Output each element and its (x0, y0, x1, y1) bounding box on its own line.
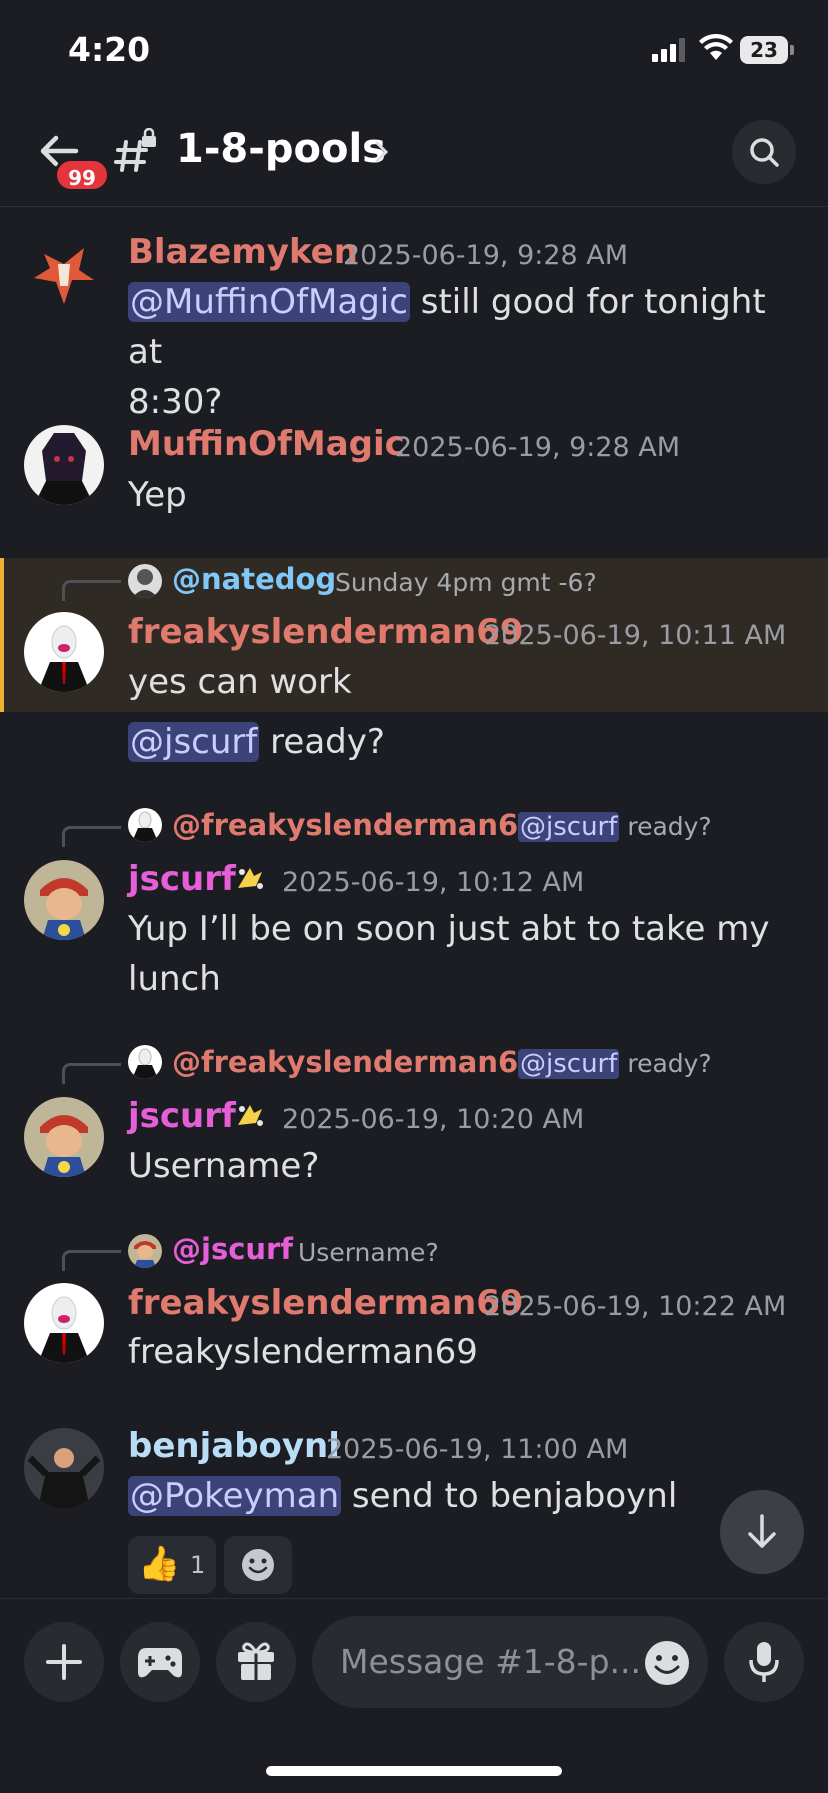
message-author[interactable]: Blazemyken (128, 232, 358, 272)
battery-indicator: 23 (740, 36, 788, 64)
reply-avatar (128, 1045, 162, 1079)
search-button[interactable] (732, 120, 796, 184)
reply-preview[interactable]: Username? (298, 1238, 439, 1267)
search-icon (750, 138, 779, 167)
gift-icon (238, 1642, 274, 1680)
avatar[interactable] (24, 1097, 104, 1177)
message-text-continued: 8:30? (128, 382, 223, 422)
message-input-placeholder[interactable]: Message #1-8-p... (340, 1642, 641, 1681)
message-author[interactable]: benjaboynl (128, 1426, 340, 1466)
avatar-image (24, 1428, 104, 1508)
message-text-continued: lunch (128, 959, 221, 999)
reply-preview[interactable]: @jscurf ready? (518, 812, 712, 842)
message-author[interactable]: jscurf (128, 859, 236, 899)
message-text: Yep (128, 475, 187, 515)
reaction-thumbs-up[interactable]: 👍 1 (128, 1536, 216, 1594)
message-body: Yup I’ll be on soon just abt to take my … (128, 904, 818, 1004)
reply-preview[interactable]: @jscurf ready? (518, 1049, 712, 1079)
user-mention[interactable]: @MuffinOfMagic (128, 282, 410, 322)
message-text: Username? (128, 1146, 320, 1186)
home-indicator (266, 1766, 562, 1776)
microphone-icon (749, 1642, 779, 1682)
reply-avatar (128, 1234, 162, 1268)
avatar[interactable] (24, 612, 104, 692)
message-timestamp: 2025-06-19, 9:28 AM (343, 240, 629, 271)
avatar-image (34, 248, 94, 304)
avatar[interactable] (24, 860, 104, 940)
locked-channel-icon (114, 128, 156, 172)
battery-tip (790, 45, 794, 55)
reply-avatar (128, 564, 162, 598)
arrow-down-icon (748, 1514, 776, 1548)
reply-author[interactable]: @jscurf (172, 1232, 293, 1266)
plus-icon (46, 1644, 82, 1680)
avatar[interactable] (24, 1428, 104, 1508)
reply-author[interactable]: @freakyslenderman69 (172, 808, 538, 842)
user-mention[interactable]: @jscurf (128, 722, 260, 762)
message-author[interactable]: freakyslenderman69 (128, 612, 524, 652)
add-reaction-button[interactable] (224, 1536, 292, 1594)
reply-preview-text: ready? (619, 1049, 712, 1078)
message-author[interactable]: freakyslenderman69 (128, 1283, 524, 1323)
reply-mention: @jscurf (518, 1049, 620, 1079)
message-timestamp: 2025-06-19, 10:12 AM (282, 867, 585, 898)
message-body: @MuffinOfMagic still good for tonight at… (128, 277, 808, 427)
attach-button[interactable] (24, 1622, 104, 1702)
reply-connector (62, 826, 121, 847)
message-timestamp: 2025-06-19, 10:20 AM (282, 1104, 585, 1135)
message-body: @Pokeyman send to benjaboynl (128, 1471, 677, 1521)
gamepad-icon (138, 1648, 182, 1678)
message-timestamp: 2025-06-19, 10:11 AM (484, 620, 787, 651)
wifi-icon (699, 34, 733, 60)
avatar-image (40, 878, 88, 940)
role-badge-icon[interactable] (232, 1099, 268, 1131)
message-timestamp: 2025-06-19, 10:22 AM (484, 1291, 787, 1322)
smile-icon (242, 1549, 274, 1581)
gift-button[interactable] (216, 1622, 296, 1702)
avatar[interactable] (24, 425, 104, 505)
reply-avatar (128, 808, 162, 842)
thumbs-up-emoji: 👍 (138, 1544, 181, 1584)
voice-message-button[interactable] (724, 1622, 804, 1702)
message-author[interactable]: jscurf (128, 1096, 236, 1136)
message-text: ready? (259, 722, 385, 762)
avatar-image (34, 433, 94, 505)
avatar[interactable] (24, 234, 104, 314)
avatar-image (40, 1115, 88, 1177)
message-timestamp: 2025-06-19, 9:28 AM (395, 432, 681, 463)
message-timestamp: 2025-06-19, 11:00 AM (326, 1434, 629, 1465)
reaction-count: 1 (190, 1551, 206, 1579)
message-text: send to benjaboynl (341, 1476, 678, 1516)
smile-icon[interactable] (644, 1640, 690, 1686)
message-body: @jscurf ready? (128, 717, 385, 767)
avatar-image (38, 625, 90, 692)
message-author[interactable]: MuffinOfMagic (128, 424, 405, 464)
channel-title[interactable]: 1-8-pools (176, 126, 386, 172)
user-mention[interactable]: @Pokeyman (128, 1476, 342, 1516)
reply-connector (62, 1063, 121, 1084)
status-time: 4:20 (68, 30, 151, 69)
reply-connector (62, 580, 121, 601)
chevron-right-icon[interactable] (373, 140, 391, 164)
reply-preview-text: ready? (619, 812, 712, 841)
activities-button[interactable] (120, 1622, 200, 1702)
role-badge-icon[interactable] (232, 862, 268, 894)
reply-mention: @jscurf (518, 812, 620, 842)
avatar-image (38, 1296, 90, 1363)
reply-author[interactable]: @freakyslenderman69 (172, 1045, 538, 1079)
message-text: yes can work (128, 662, 352, 702)
unread-badge: 99 (54, 158, 110, 192)
reply-preview[interactable]: Sunday 4pm gmt -6? (335, 568, 597, 597)
message-text: Yup I’ll be on soon just abt to take my (128, 909, 770, 949)
avatar[interactable] (24, 1283, 104, 1363)
scroll-to-bottom-button[interactable] (720, 1490, 804, 1574)
message-text: freakyslenderman69 (128, 1332, 478, 1372)
reply-author[interactable]: @natedog (172, 562, 336, 596)
reply-connector (62, 1250, 121, 1271)
cellular-signal-icon (652, 38, 685, 62)
